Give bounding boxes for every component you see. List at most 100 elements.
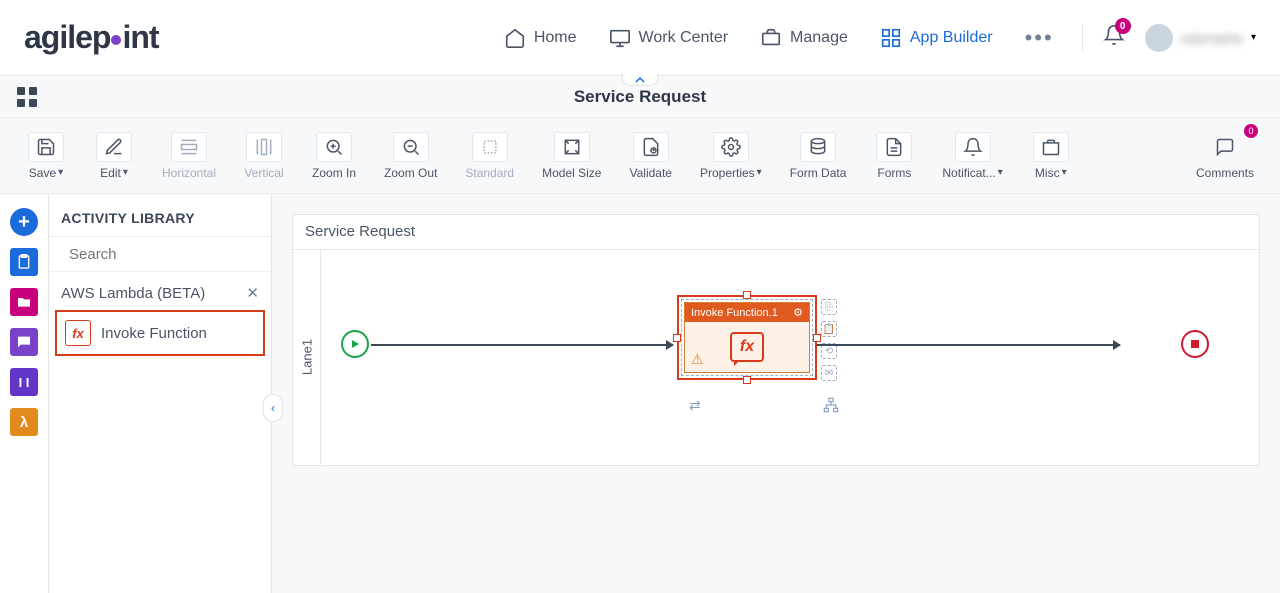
validate-button[interactable]: Validate <box>619 126 681 186</box>
rail-add-button[interactable]: + <box>10 208 38 236</box>
rail-clipboard-icon[interactable] <box>10 248 38 276</box>
subheader: Service Request <box>0 76 1280 118</box>
notifications-tb-button[interactable]: Notificat...▾ <box>932 126 1012 186</box>
anchor-bottom[interactable] <box>743 376 751 384</box>
standard-button[interactable]: Standard <box>455 126 524 186</box>
more-icon: ••• <box>1025 25 1054 51</box>
nav-work-center-label: Work Center <box>639 29 729 47</box>
forms-button[interactable]: Forms <box>864 126 924 186</box>
canvas-wrap: Service Request Lane1 Invoke Function.1 … <box>272 194 1280 593</box>
main-header: agilepint Home Work Center Manage App Bu… <box>0 0 1280 76</box>
function-icon: fx <box>730 332 764 362</box>
misc-button[interactable]: Misc▾ <box>1021 126 1081 186</box>
end-node[interactable] <box>1181 330 1209 358</box>
toolbar: Save▾ Edit▾ Horizontal Vertical Zoom In … <box>0 118 1280 194</box>
lane[interactable]: Lane1 <box>293 249 321 465</box>
sidebar-item-invoke-function[interactable]: fx Invoke Function <box>55 310 265 356</box>
subheader-title: Service Request <box>574 87 706 107</box>
logo: agilepint <box>24 19 159 56</box>
left-rail: + I I λ <box>0 194 48 593</box>
lane-label: Lane1 <box>299 339 314 375</box>
properties-button[interactable]: Properties▾ <box>690 126 772 186</box>
notifications-button[interactable]: 0 <box>1103 24 1125 51</box>
start-node[interactable] <box>341 330 369 358</box>
rail-folder-icon[interactable] <box>10 288 38 316</box>
sync-icon[interactable]: ⇄ <box>689 397 701 414</box>
activity-invoke-function[interactable]: Invoke Function.1 ⚙ fx ⚠ <box>677 295 817 380</box>
misc-label: Misc <box>1035 166 1060 180</box>
save-label: Save <box>29 166 56 180</box>
sidebar-collapse-button[interactable]: ‹ <box>263 394 283 422</box>
form-data-label: Form Data <box>790 166 847 180</box>
edge-start-to-activity[interactable] <box>371 344 673 346</box>
notifications-badge: 0 <box>1115 18 1131 34</box>
header-right: 0 username ▾ <box>1082 24 1256 52</box>
zoom-out-button[interactable]: Zoom Out <box>374 126 447 186</box>
rail-lambda-icon[interactable]: λ <box>10 408 38 436</box>
nav-home[interactable]: Home <box>504 27 577 49</box>
nav-app-builder[interactable]: App Builder <box>880 27 993 49</box>
comments-badge: 0 <box>1244 124 1258 138</box>
sidebar-search[interactable] <box>49 236 271 272</box>
view-grid-button[interactable] <box>16 86 38 108</box>
notifications-label: Notificat... <box>942 166 995 180</box>
nav-home-label: Home <box>534 29 577 47</box>
sidebar-group[interactable]: AWS Lambda (BETA) ✕ <box>49 272 271 310</box>
anchor-top[interactable] <box>743 291 751 299</box>
monitor-icon <box>609 27 631 49</box>
edit-label: Edit <box>100 166 121 180</box>
standard-label: Standard <box>465 166 514 180</box>
validate-label: Validate <box>629 166 671 180</box>
vertical-label: Vertical <box>244 166 283 180</box>
sidebar-item-label: Invoke Function <box>101 325 207 342</box>
close-icon[interactable]: ✕ <box>246 284 259 302</box>
main-area: + I I λ ACTIVITY LIBRARY AWS Lambda (BET… <box>0 194 1280 593</box>
edge-activity-to-end[interactable] <box>817 344 1120 346</box>
chevron-down-icon: ▾ <box>1251 32 1256 43</box>
properties-label: Properties <box>700 166 755 180</box>
rail-chat-icon[interactable] <box>10 328 38 356</box>
model-size-label: Model Size <box>542 166 601 180</box>
nav-manage-label: Manage <box>790 29 848 47</box>
edit-button[interactable]: Edit▾ <box>84 126 144 186</box>
nav-app-builder-label: App Builder <box>910 29 993 47</box>
comments-button[interactable]: 0 Comments <box>1186 126 1264 186</box>
paste-handle[interactable]: 📋 <box>821 321 837 337</box>
anchor-right[interactable] <box>813 334 821 342</box>
apps-icon <box>880 27 902 49</box>
nav-work-center[interactable]: Work Center <box>609 27 729 49</box>
warning-icon: ⚠ <box>691 351 704 368</box>
vertical-button[interactable]: Vertical <box>234 126 294 186</box>
process-canvas[interactable]: Service Request Lane1 Invoke Function.1 … <box>292 214 1260 466</box>
nav-more[interactable]: ••• <box>1025 25 1054 51</box>
sidebar: ACTIVITY LIBRARY AWS Lambda (BETA) ✕ fx … <box>48 194 272 593</box>
avatar <box>1145 24 1173 52</box>
sidebar-group-label: AWS Lambda (BETA) <box>61 285 205 302</box>
sidebar-title: ACTIVITY LIBRARY <box>49 194 271 236</box>
comments-label: Comments <box>1196 166 1254 180</box>
function-icon: fx <box>65 320 91 346</box>
model-size-button[interactable]: Model Size <box>532 126 611 186</box>
save-button[interactable]: Save▾ <box>16 126 76 186</box>
activity-action-handles: ⎘ 📋 ⟲ ✉ <box>821 299 837 381</box>
collapse-header-button[interactable] <box>622 74 658 86</box>
form-data-button[interactable]: Form Data <box>780 126 857 186</box>
copy-handle[interactable]: ⎘ <box>821 299 837 315</box>
user-name: username <box>1181 30 1243 46</box>
briefcase-icon <box>760 27 782 49</box>
nav-manage[interactable]: Manage <box>760 27 848 49</box>
horizontal-button[interactable]: Horizontal <box>152 126 226 186</box>
anchor-left[interactable] <box>673 334 681 342</box>
user-menu[interactable]: username ▾ <box>1145 24 1256 52</box>
gear-icon[interactable]: ⚙ <box>793 306 803 319</box>
search-input[interactable] <box>69 246 268 263</box>
mail-handle[interactable]: ✉ <box>821 365 837 381</box>
branch-icon[interactable] <box>823 397 839 418</box>
home-icon <box>504 27 526 49</box>
forms-label: Forms <box>877 166 911 180</box>
zoom-in-button[interactable]: Zoom In <box>302 126 366 186</box>
activity-title: Invoke Function.1 <box>691 307 778 319</box>
zoom-in-label: Zoom In <box>312 166 356 180</box>
main-nav: Home Work Center Manage App Builder ••• <box>504 25 1054 51</box>
rail-text-icon[interactable]: I I <box>10 368 38 396</box>
